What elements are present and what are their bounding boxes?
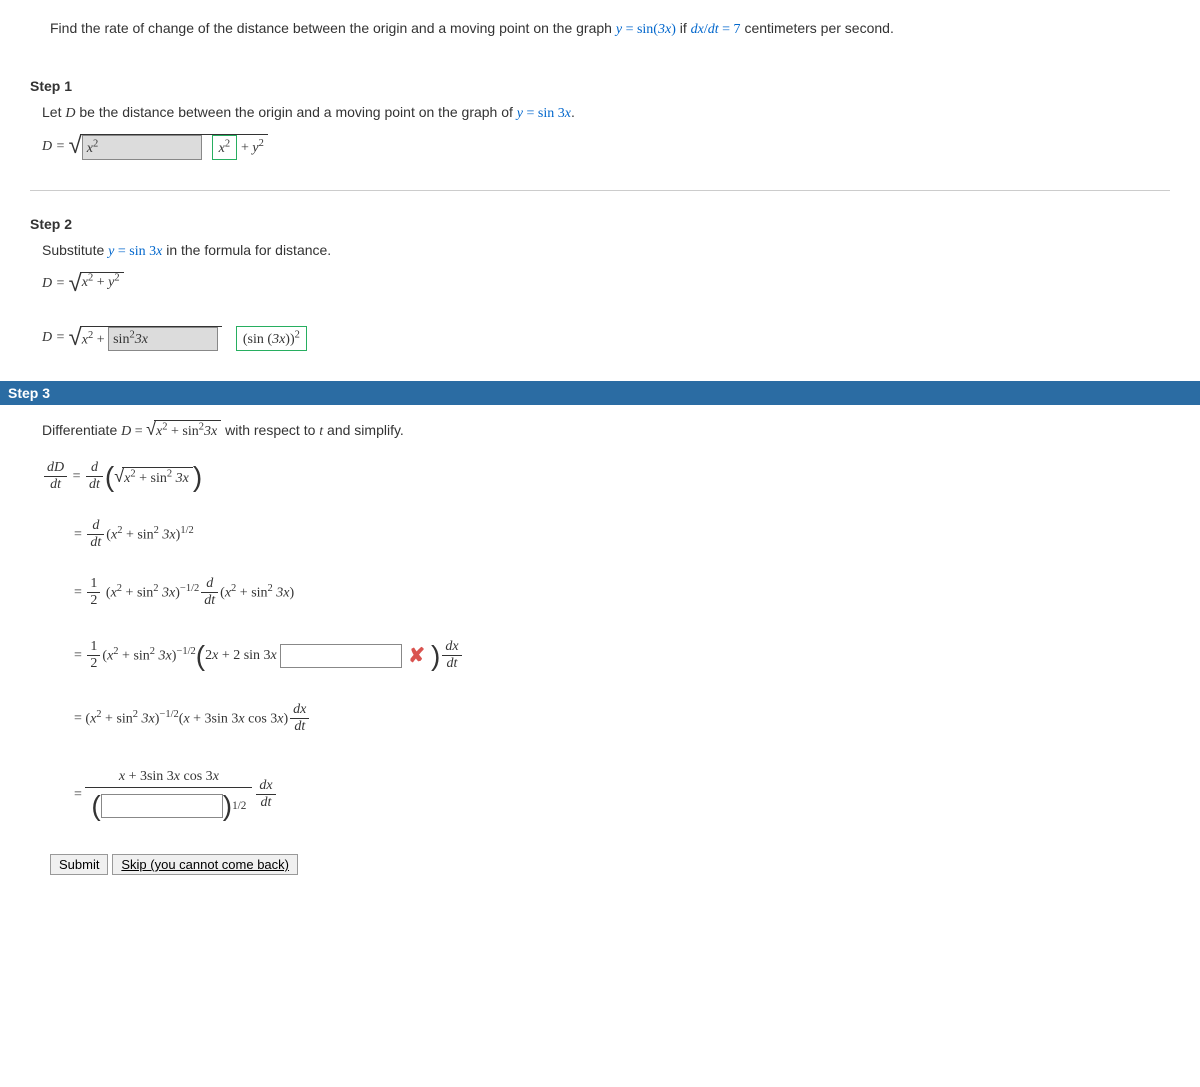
step3-blank2-input[interactable] — [101, 794, 223, 818]
step3-line3: = 12 (x2 + sin2 3x)−1/2 ddt (x2 + sin2 3… — [42, 576, 1170, 609]
submit-button[interactable]: Submit — [50, 854, 108, 875]
problem-statement: Find the rate of change of the distance … — [50, 20, 1170, 38]
wrong-icon: ✘ — [408, 643, 425, 668]
step1-formula: D = √ x2 x2 + y2 — [42, 134, 1170, 160]
step3-header: Step 3 — [0, 381, 1200, 405]
divider — [30, 190, 1170, 191]
step3-text: Differentiate D = √x2 + sin23x with resp… — [42, 420, 1170, 440]
problem-rate: dx/dt = 7 — [691, 22, 741, 37]
step1-correct-answer: x2 — [212, 135, 237, 160]
step3-line2: = ddt (x2 + sin2 3x)1/2 — [42, 518, 1170, 551]
step3-line5: = (x2 + sin2 3x)−1/2(x + 3sin 3x cos 3x)… — [42, 702, 1170, 735]
step3-line6: = x + 3sin 3x cos 3x ( ) 1/2 dxdt — [42, 765, 1170, 824]
skip-button[interactable]: Skip (you cannot come back) — [112, 854, 298, 875]
problem-prefix: Find the rate of change of the distance … — [50, 20, 616, 36]
step3-blank1-input[interactable] — [280, 644, 402, 668]
problem-equation: y = sin(3x) — [616, 22, 676, 37]
step2-input[interactable]: sin23x — [108, 327, 218, 352]
step1-label: Step 1 — [30, 78, 1170, 94]
step1-eq: y = sin 3x — [517, 106, 571, 121]
step2-label: Step 2 — [30, 216, 1170, 232]
problem-middle: if — [680, 20, 691, 36]
step1-text: Let D be the distance between the origin… — [42, 104, 1170, 122]
step1-input[interactable]: x2 — [82, 135, 202, 160]
step2-eq: y = sin 3x — [108, 244, 162, 259]
step2-correct-answer: (sin (3x))2 — [236, 326, 307, 351]
step3-line4: = 12 (x2 + sin2 3x)−1/2 ( 2x + 2 sin 3x … — [42, 639, 1170, 672]
step3-line1: dDdt = ddt ( √x2 + sin2 3x ) — [42, 460, 1170, 493]
step2-text: Substitute y = sin 3x in the formula for… — [42, 242, 1170, 260]
step2-line1: D = √x2 + y2 — [42, 272, 1170, 296]
step2-line2: D = √ x2 + sin23x (sin (3x))2 — [42, 326, 1170, 352]
problem-suffix: centimeters per second. — [744, 20, 893, 36]
